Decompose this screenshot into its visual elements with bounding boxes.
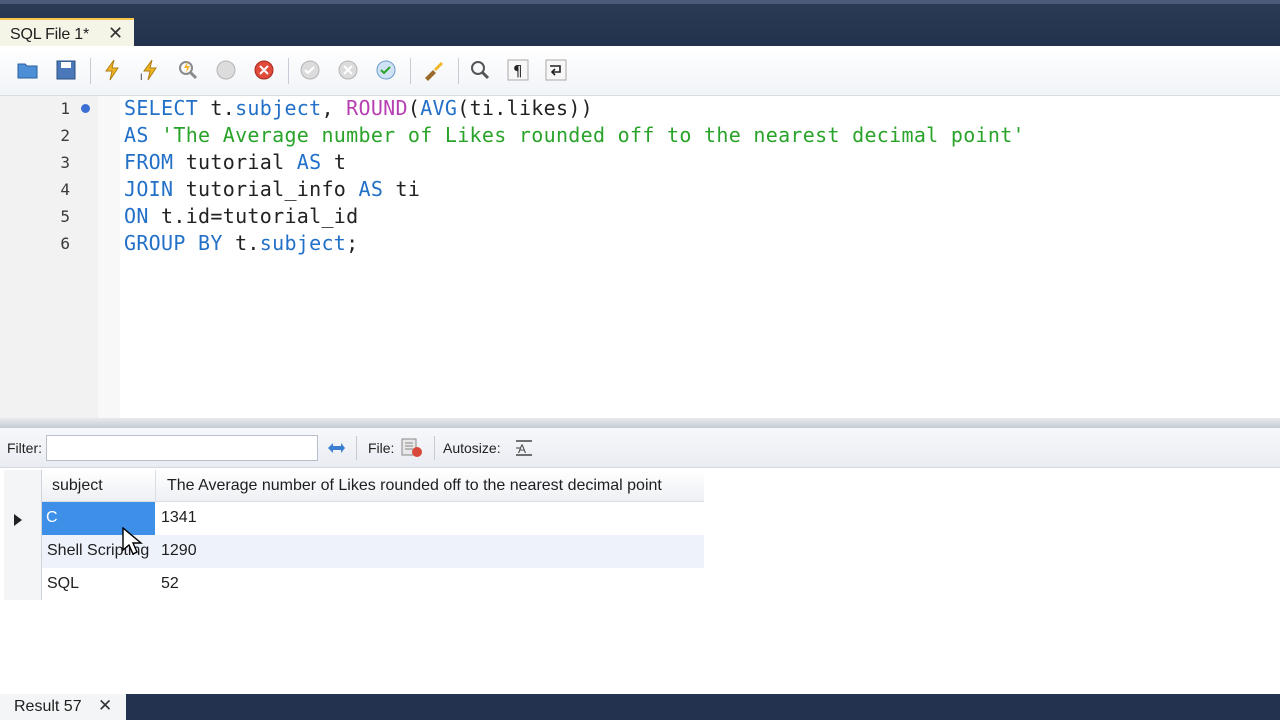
result-filter-bar: Filter: File: Autosize: A: [0, 428, 1280, 468]
stop-icon[interactable]: [212, 56, 240, 84]
code-token: ROUND: [346, 96, 408, 120]
code-token: ,: [321, 96, 347, 120]
code-line[interactable]: GROUP BY t.subject;: [124, 231, 359, 255]
code-token: (ti.likes)): [457, 96, 594, 120]
line-number-gutter: 1 2 3 4 5 6: [0, 96, 98, 418]
code-token: 'The Average number of Likes rounded off…: [161, 123, 1025, 147]
toolbar-separator: [288, 58, 289, 84]
code-token: t.: [222, 231, 260, 255]
current-row-arrow-icon: [14, 514, 22, 526]
invisibles-icon[interactable]: ¶: [504, 56, 532, 84]
code-token: subject: [259, 231, 347, 255]
code-line[interactable]: SELECT t.subject, ROUND(AVG(ti.likes)): [124, 96, 593, 120]
result-tab-strip: Result 57 ✕: [0, 694, 1280, 720]
code-token: t.id=tutorial_id: [148, 204, 359, 228]
cell-subject[interactable]: SQL: [47, 575, 79, 593]
code-token: ti: [383, 177, 421, 201]
code-token: JOIN: [124, 177, 174, 201]
code-line[interactable]: AS 'The Average number of Likes rounded …: [124, 123, 1025, 147]
autosize-label: Autosize:: [443, 440, 501, 456]
file-label: File:: [368, 440, 395, 456]
save-icon[interactable]: [52, 56, 80, 84]
execute-icon[interactable]: [98, 56, 126, 84]
code-token: tutorial_info: [173, 177, 359, 201]
table-row[interactable]: SQL 52: [42, 568, 704, 601]
filterbar-separator: [356, 436, 357, 460]
close-icon[interactable]: ✕: [108, 23, 123, 44]
code-line[interactable]: ON t.id=tutorial_id: [124, 204, 359, 228]
code-token: ON: [124, 204, 149, 228]
code-token: (: [407, 96, 421, 120]
code-token: AS: [358, 177, 384, 201]
panel-splitter[interactable]: [0, 418, 1280, 428]
editor-tab-strip: SQL File 1* ✕: [0, 0, 1280, 50]
column-header-subject[interactable]: subject: [52, 477, 103, 495]
column-divider[interactable]: [155, 470, 156, 502]
cell-average[interactable]: 1290: [161, 542, 197, 560]
cell-average[interactable]: 1341: [161, 509, 197, 527]
line-number: 1: [60, 99, 70, 118]
svg-text:I: I: [140, 72, 143, 82]
explain-icon[interactable]: [174, 56, 202, 84]
autocommit-icon[interactable]: [372, 56, 400, 84]
code-token: tutorial: [173, 150, 297, 174]
code-token: FROM: [124, 150, 174, 174]
code-token: AS: [124, 123, 149, 147]
corner-cell: [4, 470, 42, 502]
sql-editor[interactable]: 1 2 3 4 5 6 SELECT t.subject, ROUND(AVG(…: [0, 96, 1280, 418]
toolbar-separator: [458, 58, 459, 84]
code-token: SELECT: [124, 96, 199, 120]
beautify-icon[interactable]: [420, 56, 448, 84]
open-folder-icon[interactable]: [14, 56, 42, 84]
wrap-icon[interactable]: [542, 56, 570, 84]
line-number: 5: [60, 207, 70, 226]
editor-toolbar: I ¶: [0, 46, 1280, 96]
toolbar-separator: [90, 58, 91, 84]
code-token: t: [321, 150, 347, 174]
code-line[interactable]: JOIN tutorial_info AS ti: [124, 177, 420, 201]
autosize-icon[interactable]: A: [512, 436, 536, 460]
cell-average[interactable]: 52: [161, 575, 179, 593]
line-number: 4: [60, 180, 70, 199]
find-icon[interactable]: [466, 56, 494, 84]
line-number: 6: [60, 234, 70, 253]
column-header-average[interactable]: The Average number of Likes rounded off …: [167, 477, 662, 495]
mouse-cursor-icon: [122, 527, 143, 555]
code-token: AS: [296, 150, 322, 174]
code-token: AVG: [420, 96, 458, 120]
commit-icon[interactable]: [296, 56, 324, 84]
code-token: subject: [235, 96, 322, 120]
line-number: 2: [60, 126, 70, 145]
fold-gutter: [98, 96, 120, 418]
export-file-icon[interactable]: [400, 436, 424, 460]
refresh-icon[interactable]: [324, 436, 348, 460]
tab-result-57[interactable]: Result 57 ✕: [0, 694, 126, 720]
svg-text:A: A: [518, 442, 526, 456]
code-line[interactable]: FROM tutorial AS t: [124, 150, 346, 174]
line-number: 3: [60, 153, 70, 172]
filterbar-separator: [434, 436, 435, 460]
grid-header: subject The Average number of Likes roun…: [4, 470, 704, 502]
execute-current-icon[interactable]: I: [136, 56, 164, 84]
toolbar-separator: [410, 58, 411, 84]
code-token: ;: [346, 231, 359, 255]
filter-input[interactable]: [46, 435, 318, 461]
rollback-icon[interactable]: [334, 56, 362, 84]
filter-label: Filter:: [7, 440, 42, 456]
statement-marker-icon: [81, 104, 90, 113]
code-token: t.: [198, 96, 236, 120]
close-icon[interactable]: ✕: [98, 696, 112, 716]
result-panel: Filter: File: Autosize: A subject The Av…: [0, 428, 1280, 694]
tab-label: SQL File 1*: [10, 26, 90, 43]
code-token: GROUP BY: [124, 231, 223, 255]
svg-text:¶: ¶: [513, 62, 523, 80]
toggle-error-icon[interactable]: [250, 56, 278, 84]
result-tab-label: Result 57: [14, 698, 82, 715]
